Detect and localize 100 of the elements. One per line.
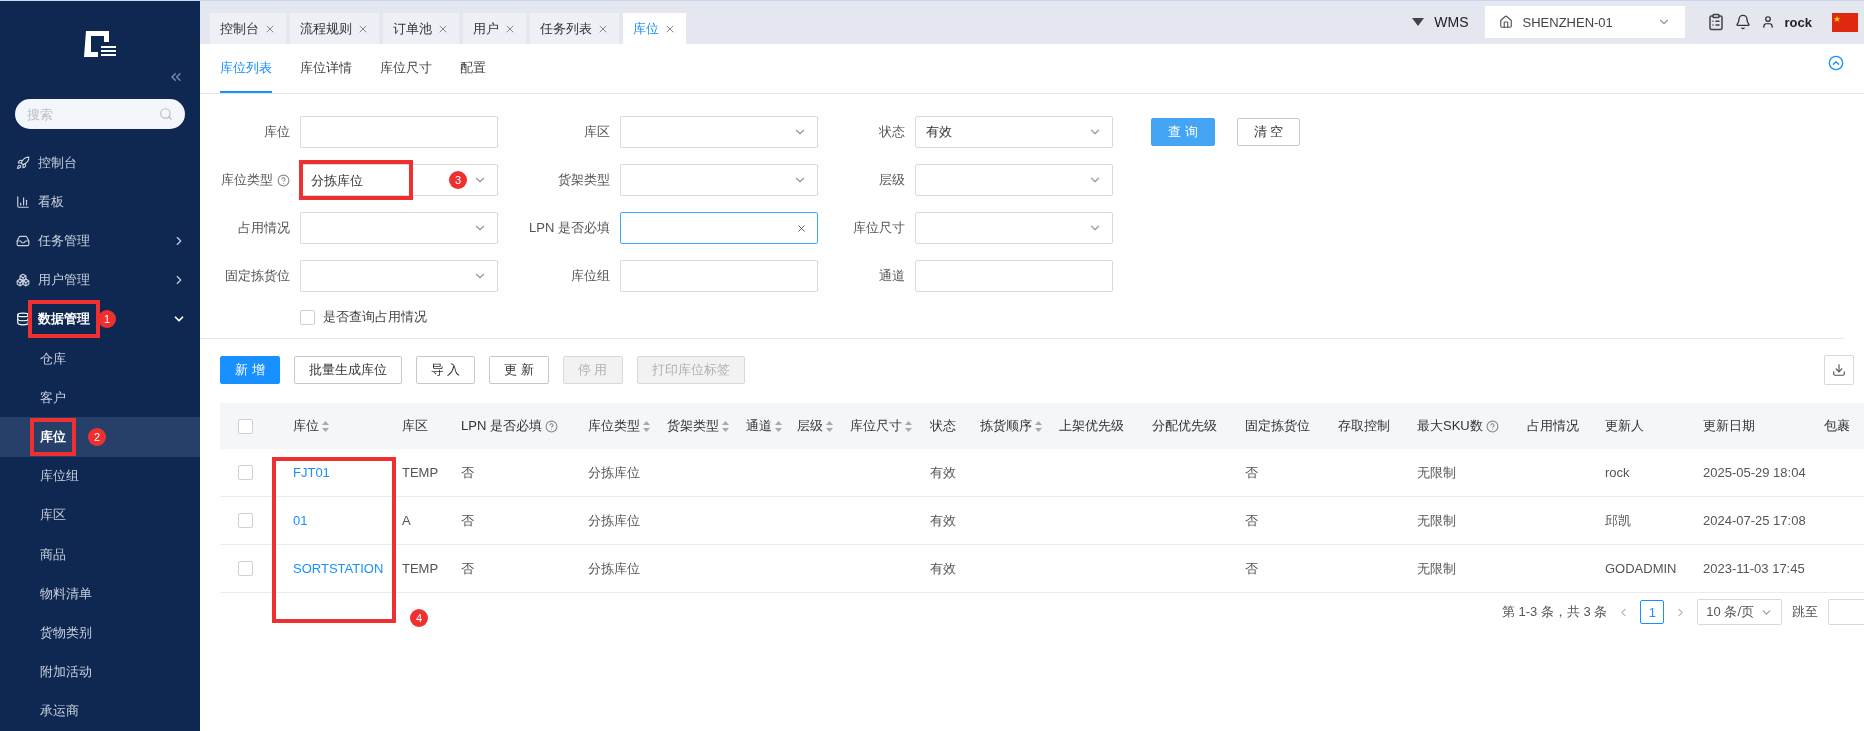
annotation-badge: 2 bbox=[88, 428, 106, 446]
menu-item[interactable]: 仓库 bbox=[0, 339, 200, 379]
table-cell: TEMP bbox=[402, 465, 439, 480]
menu-item[interactable]: 货物类别 bbox=[0, 613, 200, 653]
sub-tab[interactable]: 库位详情 bbox=[300, 44, 352, 93]
menu-item[interactable]: 客户 bbox=[0, 378, 200, 418]
table-cell: 无限制 bbox=[1417, 511, 1456, 530]
menu-item[interactable]: 物料清单 bbox=[0, 574, 200, 614]
table-cell: 否 bbox=[1245, 511, 1258, 530]
page-tab[interactable]: 任务列表 bbox=[530, 13, 619, 44]
sort-icon[interactable] bbox=[826, 420, 833, 432]
field-label: 占用情况 bbox=[238, 219, 290, 237]
menu-item[interactable]: 控制台 bbox=[0, 143, 200, 183]
column-header: 占用情况 bbox=[1527, 417, 1579, 435]
menu-item[interactable]: 库位 2 bbox=[0, 417, 200, 457]
bell-icon[interactable] bbox=[1734, 14, 1751, 30]
menu-icon bbox=[16, 194, 30, 209]
column-header: 库位类型 bbox=[588, 417, 640, 435]
column-header: 存取控制 bbox=[1338, 417, 1390, 435]
menu-item[interactable]: 用户管理 bbox=[0, 260, 200, 300]
sort-icon[interactable] bbox=[722, 420, 729, 432]
column-header: 库位 bbox=[293, 417, 319, 435]
table-cell: 有效 bbox=[930, 559, 956, 578]
table-cell: A bbox=[402, 513, 411, 528]
select-field[interactable] bbox=[915, 212, 1113, 244]
select-field[interactable]: 有效 bbox=[915, 116, 1113, 148]
table-cell: 2025-05-29 18:04 bbox=[1703, 465, 1806, 480]
input-field[interactable] bbox=[620, 260, 818, 292]
clear-button[interactable]: 清 空 bbox=[1236, 118, 1301, 146]
sort-icon[interactable] bbox=[905, 420, 912, 432]
menu-item[interactable]: 库区 bbox=[0, 495, 200, 536]
action-button[interactable]: 批量生成库位 bbox=[293, 356, 402, 384]
action-button[interactable]: 更 新 bbox=[489, 356, 549, 384]
sort-icon[interactable] bbox=[322, 420, 329, 432]
caret-down-icon[interactable] bbox=[1412, 18, 1425, 26]
table-cell: 邱凯 bbox=[1605, 511, 1631, 530]
table-cell: 有效 bbox=[930, 511, 956, 530]
sub-tab[interactable]: 库位尺寸 bbox=[380, 44, 432, 93]
table-cell: 有效 bbox=[930, 463, 956, 482]
table-cell: 否 bbox=[461, 511, 474, 530]
warehouse-select[interactable]: SHENZHEN-01 bbox=[1484, 6, 1685, 38]
menu-item[interactable]: 承运商 bbox=[0, 691, 200, 731]
table-cell: TEMP bbox=[402, 561, 439, 576]
checkbox[interactable] bbox=[300, 309, 315, 325]
menu-item[interactable]: 看板 bbox=[0, 182, 200, 222]
download-button[interactable] bbox=[1824, 355, 1854, 385]
column-header: 拣货顺序 bbox=[980, 417, 1032, 435]
sort-icon[interactable] bbox=[643, 420, 650, 432]
menu-icon bbox=[16, 234, 30, 248]
clipboard-icon[interactable] bbox=[1706, 13, 1725, 31]
page-size-select[interactable]: 10 条/页 bbox=[1697, 599, 1782, 625]
sort-icon[interactable] bbox=[1035, 420, 1042, 432]
table-cell: 无限制 bbox=[1417, 559, 1456, 578]
table-cell: 分拣库位 bbox=[588, 463, 640, 482]
select-field[interactable] bbox=[300, 260, 498, 292]
page-tab[interactable]: 用户 bbox=[463, 13, 526, 44]
select-field[interactable] bbox=[300, 212, 498, 244]
search-icon bbox=[159, 107, 173, 121]
collapse-up-icon[interactable] bbox=[1828, 54, 1844, 71]
select-field[interactable] bbox=[915, 164, 1113, 196]
select-field[interactable] bbox=[620, 212, 818, 244]
field-label: 货架类型 bbox=[558, 171, 610, 189]
menu-icon bbox=[16, 273, 30, 288]
field-label: 库位组 bbox=[571, 267, 610, 285]
action-button[interactable]: 导 入 bbox=[415, 356, 476, 384]
column-header: 库区 bbox=[402, 417, 428, 435]
input-field[interactable] bbox=[915, 260, 1113, 292]
page-tab[interactable]: 订单池 bbox=[383, 13, 459, 44]
table-cell: GODADMIN bbox=[1605, 561, 1677, 576]
menu-item[interactable]: 数据管理 1 bbox=[0, 299, 200, 339]
checkbox[interactable] bbox=[238, 418, 253, 434]
flag-icon[interactable] bbox=[1832, 12, 1858, 32]
table-cell: 否 bbox=[461, 463, 474, 482]
checkbox[interactable] bbox=[238, 561, 253, 576]
field-label: 固定拣货位 bbox=[225, 267, 290, 285]
sort-icon[interactable] bbox=[775, 420, 782, 432]
checkbox[interactable] bbox=[238, 465, 253, 480]
clear-icon[interactable] bbox=[796, 222, 807, 234]
select-field[interactable] bbox=[620, 164, 818, 196]
annotation-badge: 1 bbox=[98, 310, 116, 329]
field-label: LPN 是否必填 bbox=[529, 219, 610, 237]
select-field[interactable] bbox=[620, 116, 818, 148]
annotation-badge: 4 bbox=[410, 609, 428, 627]
input-field[interactable] bbox=[300, 116, 498, 148]
menu-item[interactable]: 任务管理 bbox=[0, 221, 200, 261]
home-icon bbox=[1498, 15, 1513, 29]
jump-input[interactable] bbox=[1828, 599, 1864, 625]
table-cell: rock bbox=[1605, 465, 1630, 480]
checkbox[interactable] bbox=[238, 513, 253, 528]
user-name[interactable]: rock bbox=[1784, 14, 1812, 30]
jump-label: 跳至 bbox=[1792, 603, 1818, 621]
page-tab[interactable]: 流程规则 bbox=[290, 13, 379, 44]
page-tab[interactable]: 控制台 bbox=[210, 13, 286, 44]
sub-tab[interactable]: 配置 bbox=[460, 44, 486, 93]
menu-item[interactable]: 商品 bbox=[0, 535, 200, 575]
search-field[interactable]: 搜索 bbox=[15, 99, 185, 129]
menu-item[interactable]: 库位组 bbox=[0, 456, 200, 496]
column-header: 状态 bbox=[930, 417, 956, 435]
column-header: 最大SKU数 bbox=[1417, 417, 1483, 435]
menu-item[interactable]: 附加活动 bbox=[0, 652, 200, 692]
